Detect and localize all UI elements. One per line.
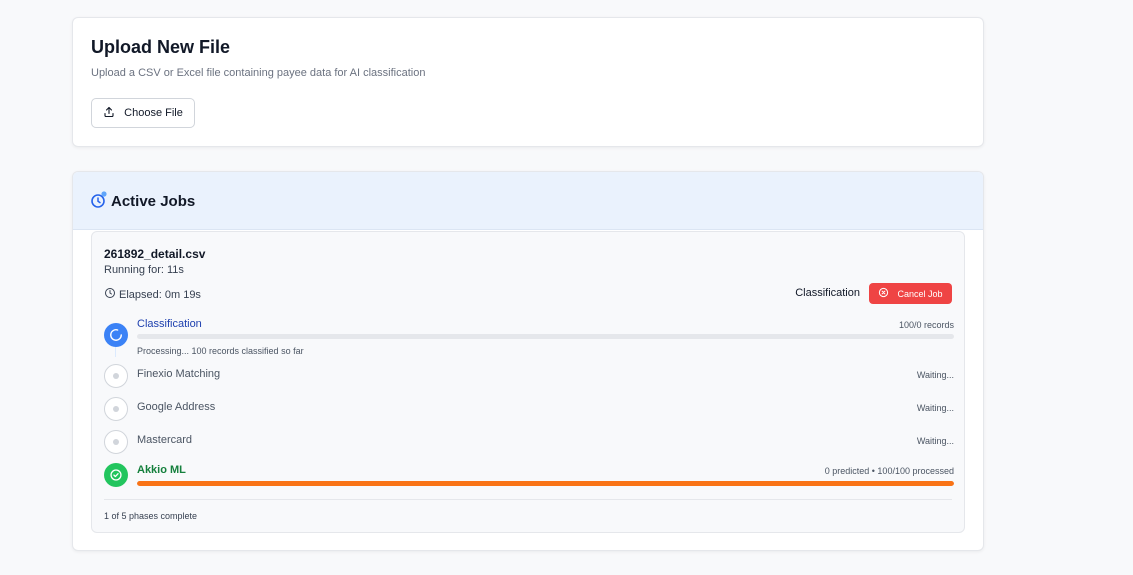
upload-subtitle: Upload a CSV or Excel file containing pa… [91,67,426,79]
phase-progress-bar [137,481,954,486]
job-card: 261892_detail.csv Running for: 11s Elaps… [91,231,965,533]
phase-status: Waiting... [916,370,954,380]
phase-akkio-ml: Akkio ML 0 predicted • 100/100 processed [104,463,954,489]
clock-activity-icon [90,191,108,209]
phase-status: 100/0 records [898,320,954,330]
job-elapsed-text: Elapsed: 0m 19s [119,288,201,301]
phase-name: Google Address [137,401,216,413]
active-jobs-card: Active Jobs 261892_detail.csv Running fo… [72,171,984,551]
job-elapsed: Elapsed: 0m 19s [104,287,201,302]
cancel-job-button[interactable]: Cancel Job [869,283,952,304]
phase-name: Mastercard [137,434,193,446]
phase-name: Finexio Matching [137,368,221,380]
phase-pending-icon [104,364,128,388]
upload-title: Upload New File [91,37,231,57]
job-filename: 261892_detail.csv [104,247,206,261]
phase-detail: Processing... 100 records classified so … [137,346,304,356]
phase-name: Akkio ML [137,464,186,476]
upload-card: Upload New File Upload a CSV or Excel fi… [72,17,984,147]
phase-mastercard: Mastercard Waiting... [104,430,954,456]
phase-status: Waiting... [916,403,954,413]
cancel-circle-x-icon [878,287,889,300]
job-running-time: Running for: 11s [104,264,184,276]
clock-icon [104,287,116,302]
current-phase-label: Classification [795,287,860,299]
phase-pending-icon [104,430,128,454]
phase-finexio-matching: Finexio Matching Waiting... [104,364,954,390]
phase-progress-fill [137,481,954,486]
check-circle-icon [104,463,128,487]
phase-spinner-icon [104,323,128,347]
phase-google-address: Google Address Waiting... [104,397,954,423]
active-jobs-header: Active Jobs [73,172,983,230]
phases-summary: 1 of 5 phases complete [104,511,198,521]
phase-pending-icon [104,397,128,421]
phase-name: Classification [137,318,202,330]
divider [104,499,952,500]
phase-progress-bar [137,334,954,339]
phase-status: Waiting... [916,436,954,446]
phase-status: 0 predicted • 100/100 processed [824,466,954,476]
choose-file-button[interactable]: Choose File [91,98,195,128]
phase-classification: Classification 100/0 records Processing.… [104,318,954,356]
choose-file-label: Choose File [124,107,183,119]
upload-icon [103,106,115,121]
active-jobs-title: Active Jobs [111,193,196,210]
cancel-job-label: Cancel Job [897,288,943,299]
